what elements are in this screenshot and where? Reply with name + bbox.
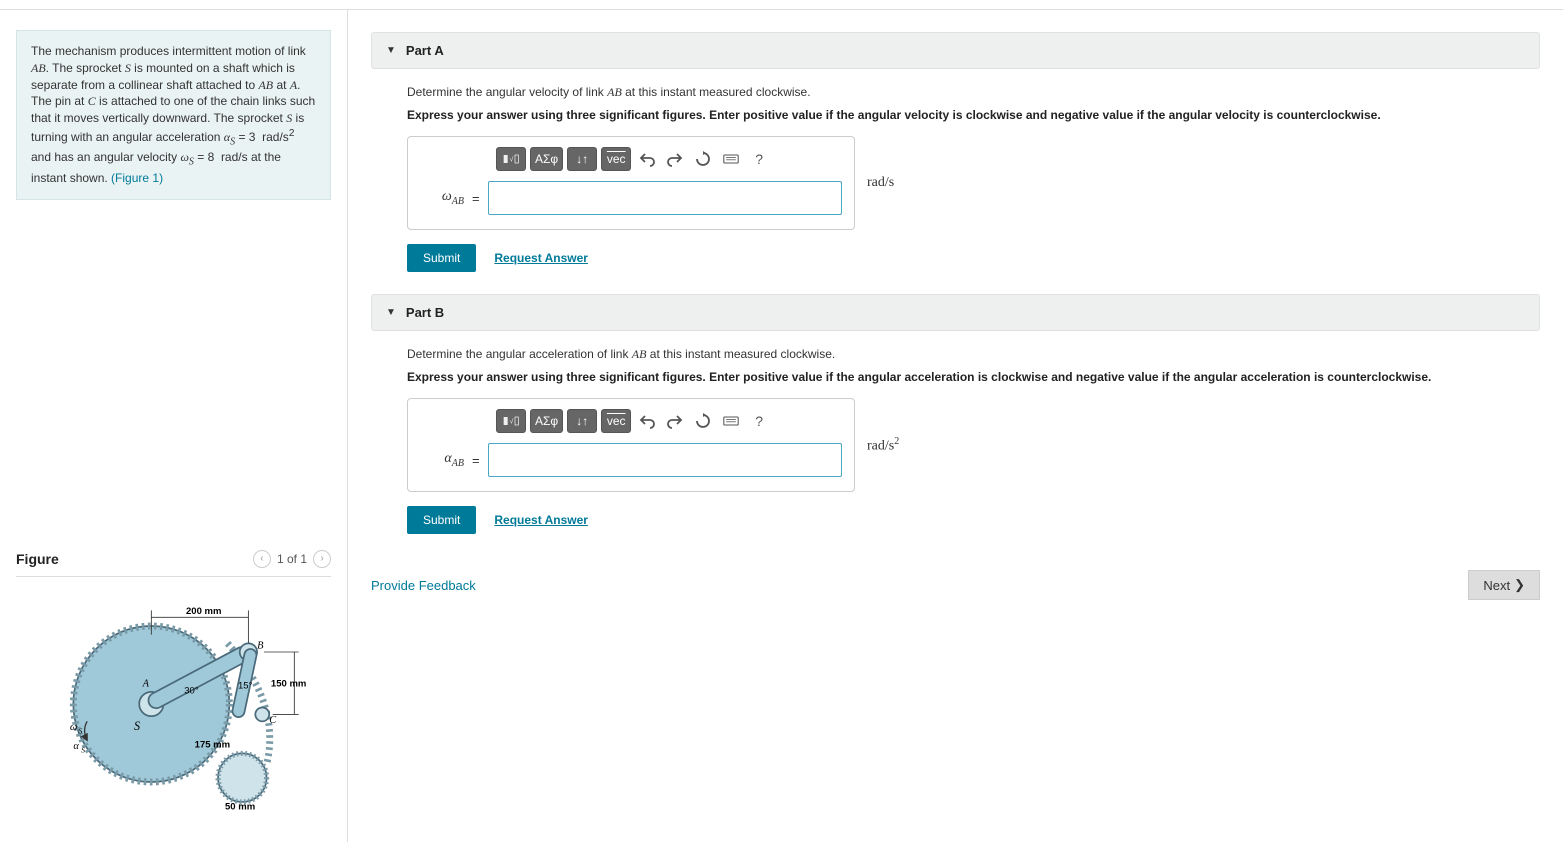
- caret-down-icon: ▼: [386, 45, 396, 56]
- svg-text:S: S: [134, 719, 140, 733]
- help-button[interactable]: ?: [747, 147, 771, 171]
- figure-counter: 1 of 1: [277, 552, 307, 566]
- part-b-header[interactable]: ▼ Part B: [371, 294, 1540, 331]
- svg-text:175 mm: 175 mm: [195, 739, 230, 750]
- figure-title: Figure: [16, 551, 59, 567]
- figure-image: 200 mm 150 mm 175 mm 50 mm 30° 15° A B C…: [16, 589, 331, 842]
- subsup-button[interactable]: ↓↑: [567, 147, 597, 171]
- svg-text:15°: 15°: [238, 680, 253, 691]
- part-b-instruction: Express your answer using three signific…: [407, 370, 1540, 384]
- svg-text:50 mm: 50 mm: [225, 801, 255, 812]
- templates-button[interactable]: √: [496, 147, 526, 171]
- greek-button[interactable]: ΑΣφ: [530, 147, 563, 171]
- part-a-request-answer-link[interactable]: Request Answer: [494, 251, 588, 265]
- svg-text:C: C: [269, 715, 277, 726]
- undo-button[interactable]: [635, 409, 659, 433]
- greek-button[interactable]: ΑΣφ: [530, 409, 563, 433]
- svg-text:A: A: [142, 678, 150, 689]
- svg-text:√: √: [510, 418, 514, 426]
- undo-button[interactable]: [635, 147, 659, 171]
- part-b-unit: rad/s2: [867, 436, 899, 455]
- redo-button[interactable]: [663, 409, 687, 433]
- reset-button[interactable]: [691, 409, 715, 433]
- svg-text:B: B: [257, 640, 264, 651]
- part-b-answer-box: √ ΑΣφ ↓↑ vec ? αAB =: [407, 398, 855, 492]
- svg-text:α: α: [73, 741, 79, 752]
- svg-text:200 mm: 200 mm: [186, 605, 221, 616]
- part-b-question: Determine the angular acceleration of li…: [407, 347, 1540, 362]
- part-a-var-label: ωAB: [420, 189, 464, 207]
- subsup-button[interactable]: ↓↑: [567, 409, 597, 433]
- svg-text:ω: ω: [70, 722, 77, 733]
- part-a-instruction: Express your answer using three signific…: [407, 108, 1540, 122]
- part-a-title: Part A: [406, 43, 444, 58]
- part-b-request-answer-link[interactable]: Request Answer: [494, 513, 588, 527]
- templates-button[interactable]: √: [496, 409, 526, 433]
- reset-button[interactable]: [691, 147, 715, 171]
- vec-button[interactable]: vec: [601, 147, 631, 171]
- svg-text:30°: 30°: [184, 685, 199, 696]
- problem-text: The mechanism produces intermittent moti…: [31, 44, 315, 185]
- next-button[interactable]: Next ❯: [1468, 570, 1540, 600]
- svg-text:S: S: [79, 726, 83, 735]
- svg-text:S: S: [81, 745, 85, 754]
- svg-text:√: √: [510, 156, 514, 164]
- part-a-header[interactable]: ▼ Part A: [371, 32, 1540, 69]
- caret-down-icon: ▼: [386, 307, 396, 318]
- keyboard-button[interactable]: [719, 409, 743, 433]
- part-a-unit: rad/s: [867, 175, 894, 191]
- provide-feedback-link[interactable]: Provide Feedback: [371, 578, 476, 593]
- chevron-right-icon: ❯: [1514, 577, 1525, 593]
- keyboard-button[interactable]: [719, 147, 743, 171]
- part-b-submit-button[interactable]: Submit: [407, 506, 476, 534]
- figure-next-button[interactable]: ›: [313, 550, 331, 568]
- part-b-answer-input[interactable]: [488, 443, 842, 477]
- part-a-submit-button[interactable]: Submit: [407, 244, 476, 272]
- figure-link[interactable]: (Figure 1): [111, 171, 163, 185]
- svg-text:150 mm: 150 mm: [271, 678, 306, 689]
- figure-prev-button[interactable]: ‹: [253, 550, 271, 568]
- part-a-answer-box: √ ΑΣφ ↓↑ vec ? ωAB =: [407, 136, 855, 230]
- help-button[interactable]: ?: [747, 409, 771, 433]
- problem-statement: The mechanism produces intermittent moti…: [16, 30, 331, 200]
- part-a-question: Determine the angular velocity of link A…: [407, 85, 1540, 100]
- redo-button[interactable]: [663, 147, 687, 171]
- part-b-var-label: αAB: [420, 451, 464, 469]
- part-a-answer-input[interactable]: [488, 181, 842, 215]
- part-b-title: Part B: [406, 305, 444, 320]
- vec-button[interactable]: vec: [601, 409, 631, 433]
